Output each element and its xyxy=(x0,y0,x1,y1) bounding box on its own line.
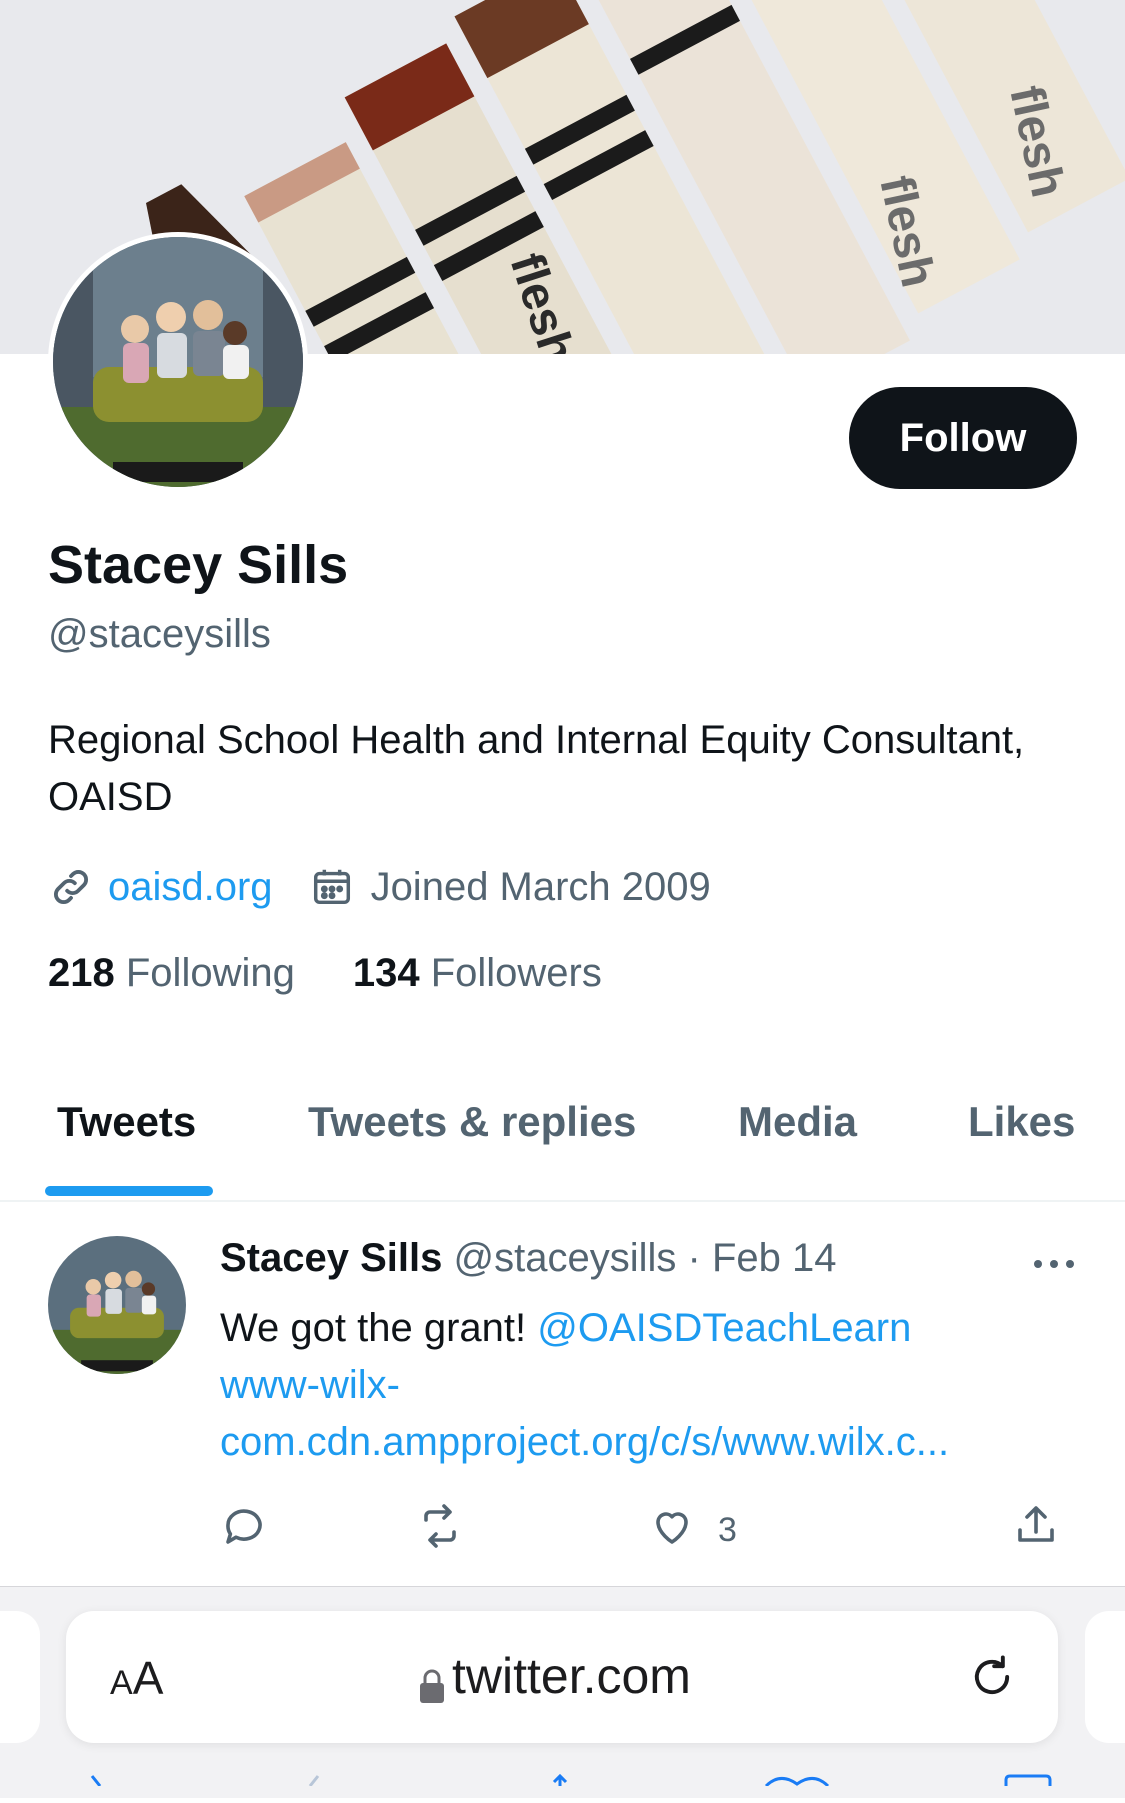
reply-button[interactable] xyxy=(220,1502,268,1559)
tweet-body: We got the grant! xyxy=(220,1306,527,1350)
follow-button[interactable]: Follow xyxy=(849,387,1077,489)
tweet-header: Stacey Sills @staceysills · Feb 14 xyxy=(220,1236,836,1281)
active-tab-indicator xyxy=(45,1186,213,1196)
calendar-icon xyxy=(309,864,355,910)
tabs-icon[interactable] xyxy=(1002,1773,1054,1791)
retweet-button[interactable] xyxy=(416,1502,464,1559)
followers-count: 134 xyxy=(352,951,420,995)
reload-icon[interactable] xyxy=(966,1651,1018,1703)
address-bar[interactable]: AA twitter.com xyxy=(66,1611,1058,1743)
following-label: Following xyxy=(125,951,295,995)
next-tab-card[interactable] xyxy=(1085,1611,1125,1743)
tweet-actions: 3 xyxy=(220,1502,1080,1558)
reply-icon xyxy=(220,1502,268,1559)
text-size-button[interactable]: AA xyxy=(110,1651,163,1705)
browser-bottom-bar: AA twitter.com xyxy=(0,1586,1125,1798)
tweet-author-name[interactable]: Stacey Sills xyxy=(220,1236,442,1280)
tab-likes[interactable]: Likes xyxy=(968,1098,1075,1146)
website-link[interactable]: oaisd.org xyxy=(108,865,273,910)
profile-tabs: Tweets Tweets & replies Media Likes xyxy=(0,1088,1125,1202)
lock-icon xyxy=(418,1658,446,1703)
following-stat[interactable]: 218 Following xyxy=(48,951,295,996)
link-icon xyxy=(48,864,94,910)
tab-media[interactable]: Media xyxy=(738,1098,857,1146)
back-icon[interactable] xyxy=(80,1773,110,1791)
url-text: twitter.com xyxy=(452,1648,691,1704)
tweet-avatar[interactable] xyxy=(48,1236,186,1374)
like-button[interactable]: 3 xyxy=(648,1502,737,1559)
tweet-author-handle[interactable]: @staceysills xyxy=(454,1236,677,1280)
profile-name: Stacey Sills xyxy=(48,535,349,595)
share-sheet-icon[interactable] xyxy=(545,1773,575,1791)
more-options-icon[interactable] xyxy=(1030,1248,1078,1280)
profile-bio: Regional School Health and Internal Equi… xyxy=(48,718,1025,819)
tab-tweets-replies[interactable]: Tweets & replies xyxy=(308,1098,636,1146)
share-button[interactable] xyxy=(1012,1502,1060,1559)
url-display[interactable]: twitter.com xyxy=(418,1647,691,1705)
share-icon xyxy=(1012,1502,1060,1559)
browser-toolbar xyxy=(0,1773,1125,1803)
tweet-link-line2[interactable]: com.cdn.ampproject.org/c/s/www.wilx.c... xyxy=(220,1420,949,1464)
joined-date: Joined March 2009 xyxy=(370,864,711,909)
tabs-divider xyxy=(0,1200,1125,1202)
heart-icon xyxy=(648,1502,696,1559)
profile-stats: 218 Following 134 Followers xyxy=(48,951,660,996)
tweet-text: We got the grant! @OAISDTeachLearn www-w… xyxy=(220,1300,1100,1471)
followers-stat[interactable]: 134 Followers xyxy=(353,951,602,996)
following-count: 218 xyxy=(48,951,115,995)
tweet-date[interactable]: Feb 14 xyxy=(712,1236,837,1280)
followers-label: Followers xyxy=(430,951,602,995)
forward-icon[interactable] xyxy=(300,1773,330,1791)
profile-meta: oaisd.org Joined March 2009 xyxy=(48,862,711,912)
profile-avatar[interactable] xyxy=(48,232,308,492)
bookmarks-icon[interactable] xyxy=(762,1773,832,1791)
previous-tab-card[interactable] xyxy=(0,1611,40,1743)
like-count: 3 xyxy=(718,1511,737,1549)
tweet-link-line1[interactable]: www-wilx- xyxy=(220,1363,400,1407)
tab-tweets[interactable]: Tweets xyxy=(57,1098,196,1146)
tweet-mention[interactable]: @OAISDTeachLearn xyxy=(537,1306,911,1350)
profile-handle: @staceysills xyxy=(48,612,271,656)
tweet-separator: · xyxy=(687,1236,701,1280)
retweet-icon xyxy=(416,1502,464,1559)
